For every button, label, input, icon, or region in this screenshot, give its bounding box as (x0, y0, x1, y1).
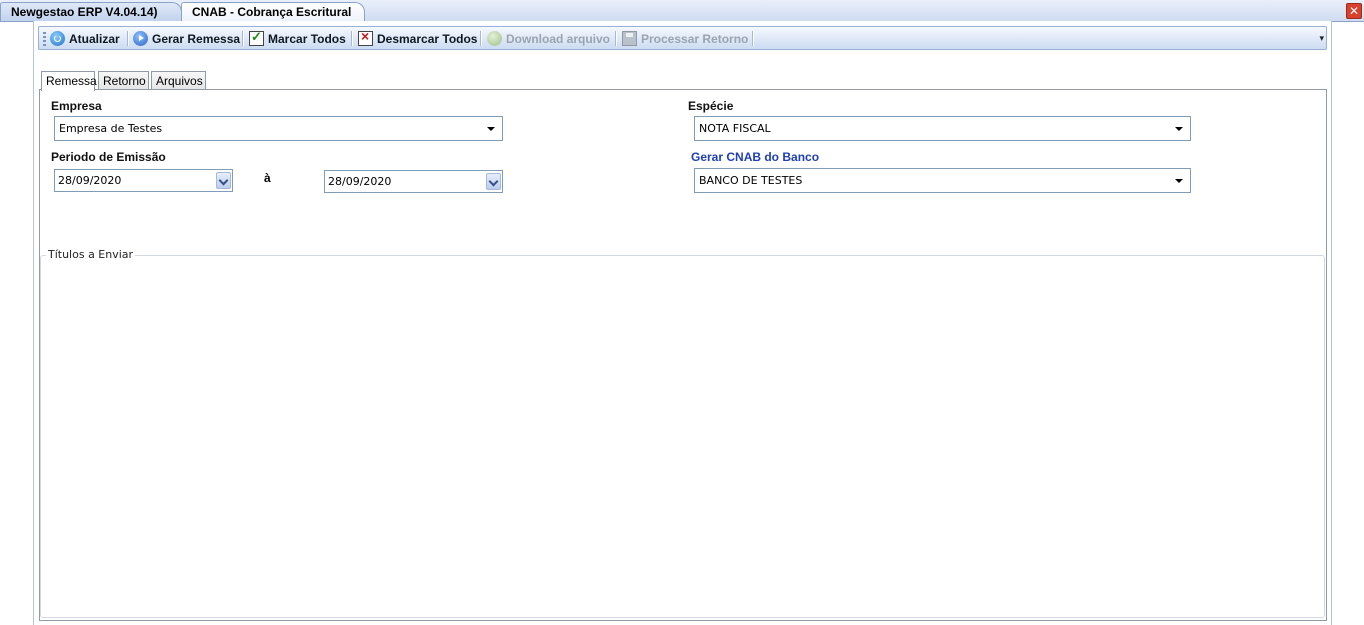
calendar-chevron-icon[interactable] (486, 173, 501, 190)
tab-cnab-cobranca[interactable]: CNAB - Cobrança Escritural (181, 2, 365, 21)
toolbar-separator (351, 31, 353, 46)
toolbar-separator (752, 31, 754, 46)
tab-retorno[interactable]: Retorno (98, 71, 149, 90)
toolbar: Atualizar Gerar Remessa Marcar Todos Des… (38, 26, 1327, 50)
titulos-a-enviar-group (40, 255, 1325, 618)
desmarcar-todos-button[interactable]: Desmarcar Todos (358, 28, 477, 48)
play-icon (133, 31, 148, 46)
tab-arquivos[interactable]: Arquivos (151, 71, 206, 90)
date-to-field[interactable]: 28/09/2020 (324, 170, 503, 193)
toolbar-grip[interactable] (43, 32, 46, 46)
close-icon[interactable]: ✕ (1346, 3, 1362, 19)
download-icon (487, 31, 502, 46)
gerar-remessa-button[interactable]: Gerar Remessa (133, 29, 240, 48)
calendar-chevron-icon[interactable] (216, 172, 231, 189)
toolbar-separator (480, 31, 482, 46)
save-disk-icon (622, 31, 637, 46)
especie-select[interactable]: NOTA FISCAL (694, 116, 1191, 141)
dropdown-arrow-icon (1175, 179, 1183, 183)
especie-label: Espécie (688, 99, 734, 113)
toolbar-separator (127, 31, 129, 46)
empresa-select[interactable]: Empresa de Testes (54, 116, 503, 141)
toolbar-separator (615, 31, 617, 46)
date-from-field[interactable]: 28/09/2020 (54, 169, 233, 192)
dropdown-arrow-icon (1175, 127, 1183, 131)
processar-retorno-button[interactable]: Processar Retorno (622, 29, 748, 48)
date-range-separator: à (264, 171, 271, 185)
banco-select[interactable]: BANCO DE TESTES (694, 168, 1191, 193)
dropdown-arrow-icon (487, 127, 495, 131)
empresa-label: Empresa (51, 99, 102, 113)
checkbox-checked-icon (249, 29, 264, 46)
document-tab-strip: Newgestao ERP V4.04.14) CNAB - Cobrança … (0, 0, 1364, 22)
toolbar-overflow-chevron-icon[interactable]: ▾ (1319, 34, 1324, 44)
atualizar-button[interactable]: Atualizar (50, 29, 120, 48)
tab-remessa[interactable]: Remessa (41, 71, 97, 91)
toolbar-separator (242, 31, 244, 46)
tab-newgestao-erp[interactable]: Newgestao ERP V4.04.14) (0, 2, 182, 21)
checkbox-unchecked-icon (358, 28, 373, 46)
marcar-todos-button[interactable]: Marcar Todos (249, 29, 346, 48)
download-arquivo-button[interactable]: Download arquivo (487, 29, 610, 48)
periodo-emissao-label: Periodo de Emissão (51, 150, 166, 164)
refresh-icon (50, 31, 65, 46)
titulos-a-enviar-title: Títulos a Enviar (46, 248, 136, 261)
gerar-cnab-banco-label: Gerar CNAB do Banco (691, 150, 820, 164)
